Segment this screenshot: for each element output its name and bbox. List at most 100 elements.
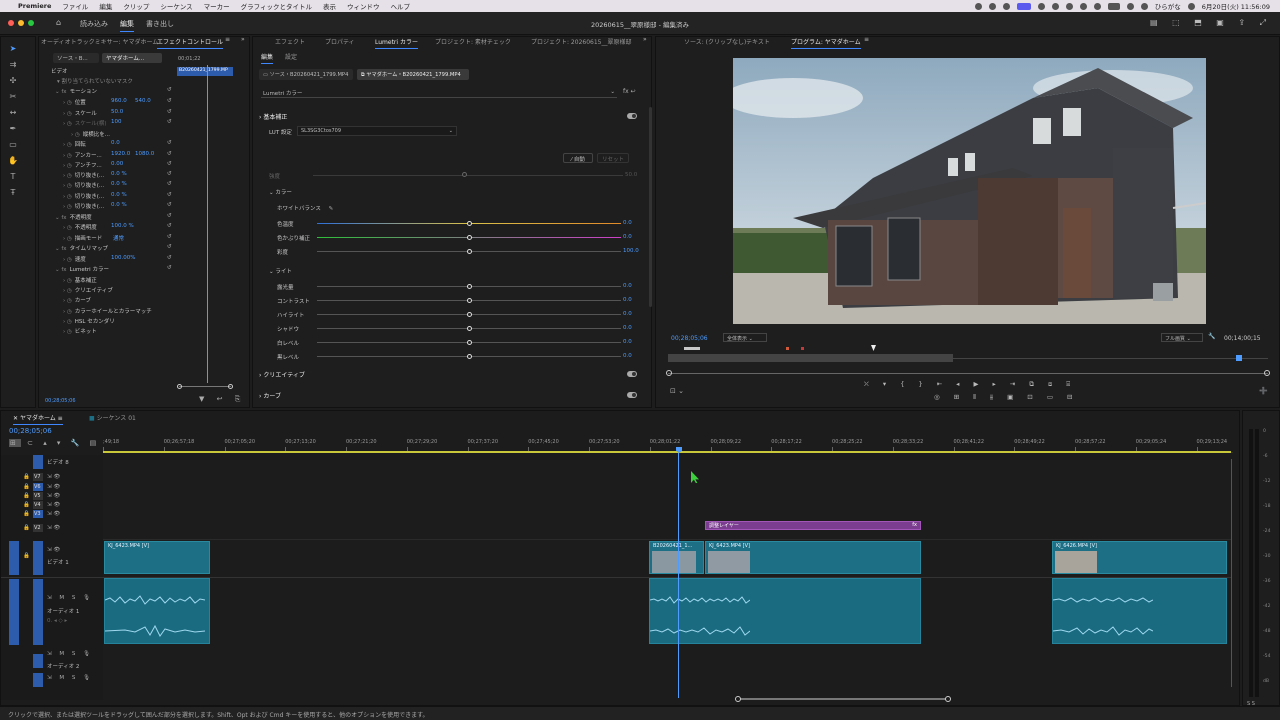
slider-value[interactable]: 0.0 [623,220,632,226]
quality-select[interactable]: フル画質 ⌄ [1161,333,1203,342]
slider-value[interactable]: 0.0 [623,297,632,303]
slider-knob[interactable] [466,354,472,359]
status-icon[interactable] [1002,2,1010,10]
expand-arrow-icon[interactable]: › ◷ [63,257,72,263]
effect-prop-row[interactable]: › ◷ 切り抜き(... [63,192,104,200]
track-lock-icon[interactable]: 🔒 [23,474,30,480]
section-creative[interactable]: › クリエイティブ [259,370,305,379]
curves-toggle[interactable] [627,392,637,398]
expand-arrow-icon[interactable]: ⌄ fx [55,89,67,95]
expand-arrow-icon[interactable]: ⌄ fx [55,267,67,273]
sequence-clip-tab[interactable]: ヤマダホーム... [102,53,162,63]
tab-audio-mixer[interactable]: オーディオトラックミキサー: ヤマダホーム [41,37,158,46]
expand-arrow-icon[interactable]: › ◷ [63,298,72,304]
reset-icon[interactable]: ↺ [167,140,172,146]
expand-arrow-icon[interactable]: ⌄ fx [55,246,67,252]
v1-controls[interactable]: ⇲ 👁 [47,547,60,553]
effect-prop-value[interactable]: 100.0 % [111,223,134,229]
marker[interactable] [684,347,700,350]
reset-icon[interactable]: ↺ [167,87,172,93]
expand-arrow-icon[interactable]: › ◷ [63,319,72,325]
track-target-v8[interactable] [33,455,43,469]
video-clip[interactable]: KJ_6426.MP4 [V] [1052,541,1227,574]
app-menu[interactable]: Premiere [18,2,51,10]
reset-icon[interactable]: ↺ [167,244,172,250]
fx-icon[interactable]: fx ↩ [623,88,636,95]
timeline-scroll-left[interactable] [735,696,741,702]
track-select-icon[interactable]: ⇉ [7,59,19,71]
a1-volume[interactable]: 0. ◂ ◇ ▸ [47,618,67,624]
expand-arrow-icon[interactable]: › ◷ [63,329,72,335]
slider-value[interactable]: 0.0 [623,311,632,317]
type-icon[interactable]: T [7,171,19,183]
menu-view[interactable]: 表示 [323,1,336,11]
comparison-icon[interactable]: ⊡ ⌄ [670,387,684,395]
pen-icon[interactable]: ✒ [7,123,19,135]
effect-prop-row[interactable]: › ◷ カラーホイールとカラーマッチ [63,307,152,315]
intensity-knob[interactable] [462,172,467,177]
intensity-slider[interactable] [313,175,623,176]
expand-panels-icon[interactable]: » [241,36,245,43]
slider-value[interactable]: 0.0 [623,283,632,289]
reset-icon[interactable]: ↺ [167,255,172,261]
reset-icon[interactable]: ↺ [167,213,172,219]
effect-prop-row[interactable]: › ◷ アンカー... [63,151,102,159]
track-target-a2[interactable] [33,654,43,668]
basic-toggle[interactable] [627,113,637,119]
slip-icon[interactable]: ↔ [7,107,19,119]
effect-prop-value[interactable]: 0.0 % [111,202,127,208]
search-icon[interactable] [1140,2,1148,10]
light-section[interactable]: ⌄ ライト [269,267,292,275]
source-patch-a1[interactable] [9,579,19,645]
work-area-bar[interactable] [668,354,953,362]
effect-prop-value[interactable]: 1920.0 [111,151,130,157]
wifi-icon[interactable] [1126,2,1134,10]
expand-arrow-icon[interactable]: › ◷ [63,100,72,106]
expand-panels-icon[interactable]: » [643,36,647,43]
effect-prop-row[interactable]: ⌄ fx Lumetri カラー [55,265,109,273]
menu-help[interactable]: ヘルプ [390,1,410,11]
track-lock-icon[interactable]: 🔒 [23,511,30,517]
expand-arrow-icon[interactable]: › ◷ [63,194,72,200]
lumetri-scrollbar[interactable] [649,107,652,307]
expand-arrow-icon[interactable]: › ◷ [63,153,72,159]
expand-arrow-icon[interactable]: › ◷ [71,132,80,138]
effect-prop-value[interactable]: 0.0 % [111,181,127,187]
track-target-a1[interactable] [33,579,43,645]
slider-value[interactable]: 0.0 [623,339,632,345]
hand-icon[interactable]: ✋ [7,155,19,167]
title-actions[interactable]: ▤ ⬚ ⬒ ▣ ⇪ ⤢ [1150,18,1272,28]
track-lock-icon[interactable]: 🔒 [23,502,30,508]
bluetooth-icon[interactable] [1093,2,1101,10]
effect-prop-value[interactable]: 0.0 [111,140,120,146]
effect-prop-row[interactable]: › ◷ スケール [63,109,97,117]
workspace-export[interactable]: 書き出し [146,19,174,29]
tab-effect-controls[interactable]: エフェクトコントロール [157,37,224,49]
effect-prop-value[interactable]: 100.00% [111,255,135,261]
slider-knob[interactable] [466,298,472,303]
expand-arrow-icon[interactable]: › ◷ [63,309,72,315]
track-lock-icon[interactable]: 🔒 [23,525,30,531]
lumetri-effect-select[interactable]: Lumetri カラー ⌄ [261,88,617,98]
tab-project-main[interactable]: プロジェクト: 20260615__翠原様邸 [531,37,631,46]
effect-prop-row[interactable]: › ◷ アンチフ... [63,161,102,169]
effect-prop-row[interactable]: › ◷ 基本補正 [63,276,97,284]
reset-button[interactable]: リセット [597,153,629,163]
reset-icon[interactable]: ↺ [167,181,172,187]
track-lock-icon[interactable]: 🔒 [23,484,30,490]
expand-arrow-icon[interactable]: › ◷ [63,111,72,117]
track-controls[interactable]: ⇲ 👁 [47,525,60,531]
razor-icon[interactable]: ✂ [7,91,19,103]
menu-graphics[interactable]: グラフィックとタイトル [241,1,312,11]
expand-arrow-icon[interactable]: › ◷ [63,236,72,242]
wrench-icon[interactable]: 🔧 [1208,333,1215,340]
effect-prop-row[interactable]: › ◷ 速度 [63,255,86,263]
track-controls[interactable]: ⇲ 👁 [47,502,60,508]
effect-prop-value[interactable]: 0.0 % [111,171,127,177]
caption-icon[interactable]: Ŧ [7,187,19,199]
control-center-icon[interactable] [1187,2,1195,10]
effect-prop-row[interactable]: › ◷ 切り抜き(... [63,181,104,189]
video-clip[interactable]: B20260421_1... [649,541,704,574]
slider-knob[interactable] [466,340,472,345]
a2-controls[interactable]: ⇲ M S 🎙 [47,651,93,657]
